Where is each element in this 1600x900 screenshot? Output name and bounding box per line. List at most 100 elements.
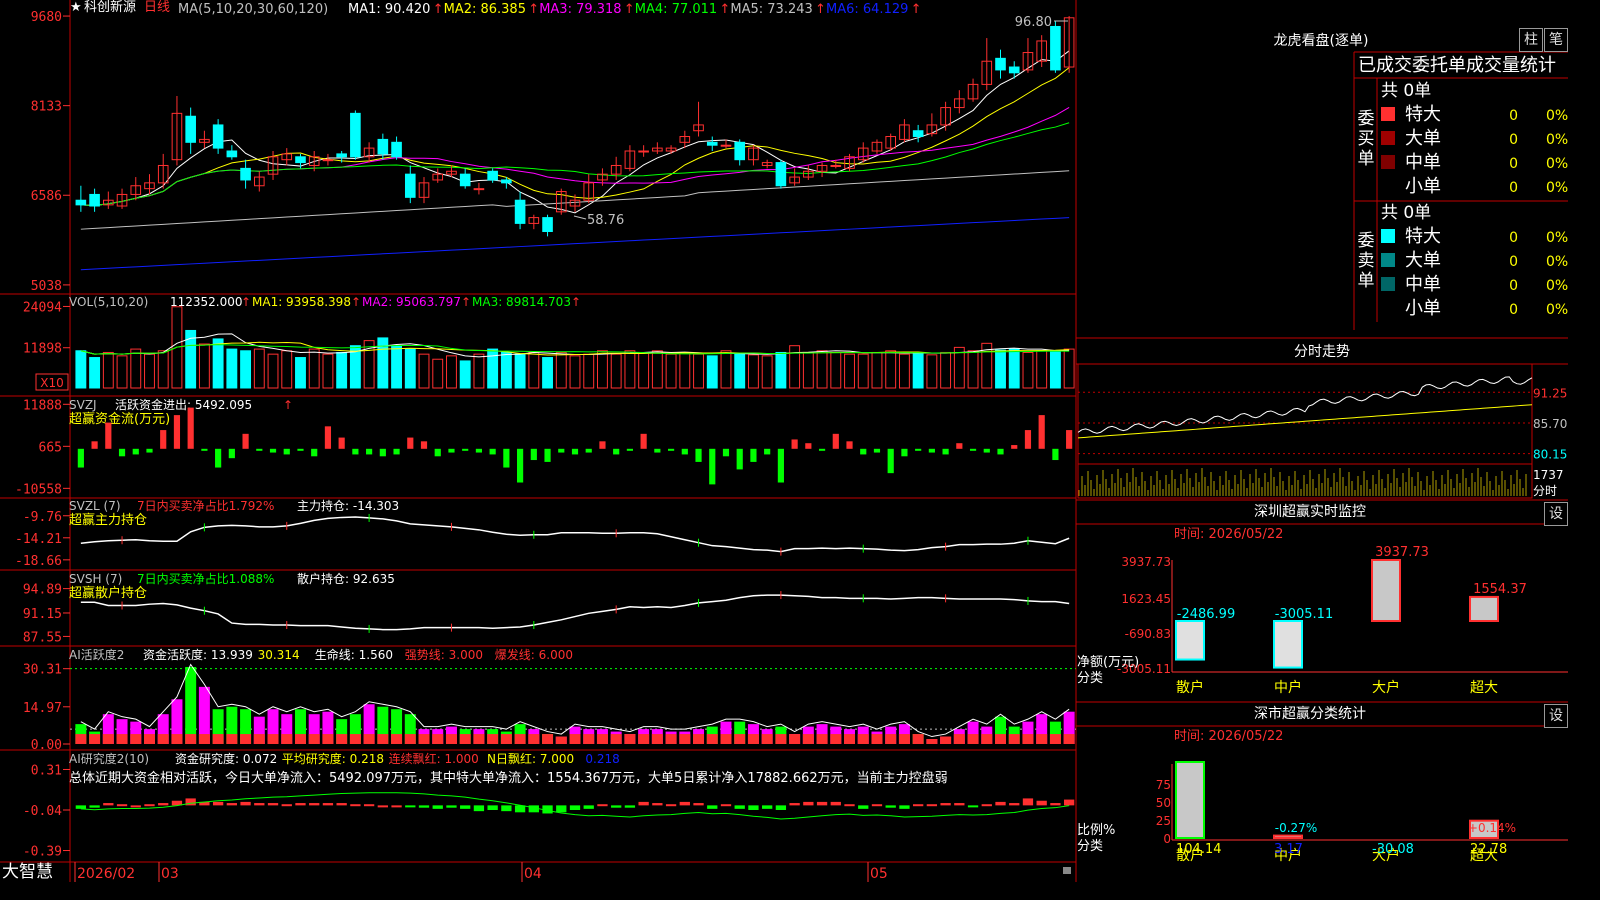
ai-research-bar xyxy=(926,804,938,807)
side-label-char: 委 xyxy=(1358,231,1375,251)
svzj-bar xyxy=(173,415,181,449)
sz-realtime-bar xyxy=(1273,620,1303,669)
candle-body xyxy=(487,170,498,181)
svzj-bar xyxy=(338,437,345,449)
ai-research-readout-2: 连续飘红: 1.000 xyxy=(389,751,479,766)
stroke-mode-button[interactable]: 笔 xyxy=(1544,28,1568,52)
ai-research-bar xyxy=(295,803,306,806)
ai-activity-base xyxy=(734,734,746,744)
ai-activity-readout-2: 生命线: 1.560 xyxy=(315,647,393,662)
ai-research-bar xyxy=(830,801,841,806)
candle-body xyxy=(473,188,485,191)
svzj-bar xyxy=(681,448,688,455)
high-annotation: 96.80 xyxy=(1015,15,1052,30)
intraday-y-tick: 85.70 xyxy=(1533,417,1567,431)
order-swatch xyxy=(1381,253,1395,267)
stock-name[interactable]: 科创新源 xyxy=(84,1,136,15)
order-size-label: 中单 xyxy=(1405,152,1441,173)
svzj-bar xyxy=(352,448,359,455)
ai-research-bar xyxy=(748,805,759,810)
volume-title: VOL(5,10,20) xyxy=(69,295,148,309)
volume-bar xyxy=(995,349,1006,389)
side-label-char: 委 xyxy=(1358,109,1375,129)
svzj-bar xyxy=(1052,448,1059,461)
ai-activity-base xyxy=(844,734,856,744)
order-count: 0 xyxy=(1509,230,1518,246)
svzl-readout-1: 主力持仓: -14.303 xyxy=(297,498,399,513)
ai-activity-base xyxy=(528,734,540,744)
candle-body xyxy=(830,164,842,167)
ai-research-readout-1: 平均研究度: 0.218 xyxy=(282,751,384,766)
order-count: 0 xyxy=(1509,156,1518,172)
ai-research-bar xyxy=(363,804,375,807)
side-label-char: 单 xyxy=(1358,149,1375,169)
ai-research-bar xyxy=(116,804,128,807)
ai-research-bar xyxy=(885,805,896,808)
svzj-bar xyxy=(215,448,222,468)
ma-readout-2: MA2: 86.385 xyxy=(444,2,526,17)
ai-research-bar xyxy=(418,805,430,808)
volume-bar xyxy=(953,346,965,389)
period-label[interactable]: 日线 xyxy=(144,1,170,15)
sz-classify-settings-button[interactable]: 设 xyxy=(1544,704,1568,728)
volume-bar xyxy=(308,348,320,389)
ai-research-bar xyxy=(1022,798,1034,806)
up-arrow-icon: ↑ xyxy=(815,2,826,17)
ai-activity-base xyxy=(665,734,677,744)
y-tick-label: 14.97 xyxy=(23,701,62,716)
kline-chart-canvas[interactable]: 9680 8133 6586 5038 MA(5,10,20,30,60,120) MA1… xyxy=(0,0,1568,882)
candle-body xyxy=(775,162,787,187)
column-mode-button[interactable]: 柱 xyxy=(1519,28,1543,52)
sz-realtime-value: -2486.99 xyxy=(1177,607,1235,622)
svzj-bar xyxy=(750,448,757,462)
svzl-subtitle: 超赢主力持仓 xyxy=(69,512,147,528)
ai-research-bar xyxy=(789,803,800,806)
y-tick-label: -9.76 xyxy=(23,510,62,525)
ai-activity-base xyxy=(926,739,938,744)
x-tick-label: 05 xyxy=(870,866,888,882)
y-tick-label: -0.39 xyxy=(23,845,62,860)
ai-activity-base xyxy=(432,734,444,744)
ai-activity-base xyxy=(912,734,924,744)
ai-research-bar xyxy=(473,805,485,812)
candle-body xyxy=(720,144,732,147)
svzj-bar xyxy=(160,430,167,449)
volume-bar xyxy=(638,351,650,389)
order-pct: 0% xyxy=(1546,156,1568,172)
order-size-label: 小单 xyxy=(1405,298,1441,319)
candle-body xyxy=(322,159,334,162)
svzj-bar xyxy=(722,448,730,457)
svzj-bar xyxy=(393,448,400,455)
sz_classify-y-tick: 75 xyxy=(1156,778,1171,792)
svzj-bar xyxy=(983,448,990,453)
volume-bar xyxy=(432,358,444,389)
ai-activity-base xyxy=(363,734,375,744)
ai-research-bar xyxy=(377,805,388,808)
ai-activity-base xyxy=(1063,734,1075,744)
ai-activity-base xyxy=(473,734,485,744)
svzj-title: SVZJ xyxy=(69,398,97,412)
ai-activity-base xyxy=(871,734,883,744)
ai-activity-base xyxy=(542,734,554,744)
ai-activity-base xyxy=(212,734,224,744)
y-tick-label: 0.31 xyxy=(31,763,62,778)
candle-body xyxy=(912,130,924,138)
ai-activity-base xyxy=(610,734,622,744)
volume-bar xyxy=(610,353,622,389)
svsh-subtitle: 超赢散户持仓 xyxy=(69,585,147,601)
svzj-bar xyxy=(695,448,702,462)
svzj-bar xyxy=(544,448,551,462)
side-label-char: 买 xyxy=(1358,129,1375,149)
ai-activity-base xyxy=(349,734,361,744)
ai-research-bar xyxy=(446,805,457,808)
svzj-bar xyxy=(736,448,743,470)
ai-activity-base xyxy=(651,734,663,744)
up-arrow-icon: ↑ xyxy=(283,398,293,412)
up-arrow-icon: ↑ xyxy=(624,2,635,17)
svzl-readout-0: 7日内买卖净占比1.792% xyxy=(137,498,274,513)
ai-research-bar xyxy=(967,805,979,808)
ma-line-6 xyxy=(80,217,1070,271)
sz-realtime-settings-button[interactable]: 设 xyxy=(1544,502,1568,526)
ai-activity-base xyxy=(89,734,101,744)
svzl-line xyxy=(80,516,1070,553)
